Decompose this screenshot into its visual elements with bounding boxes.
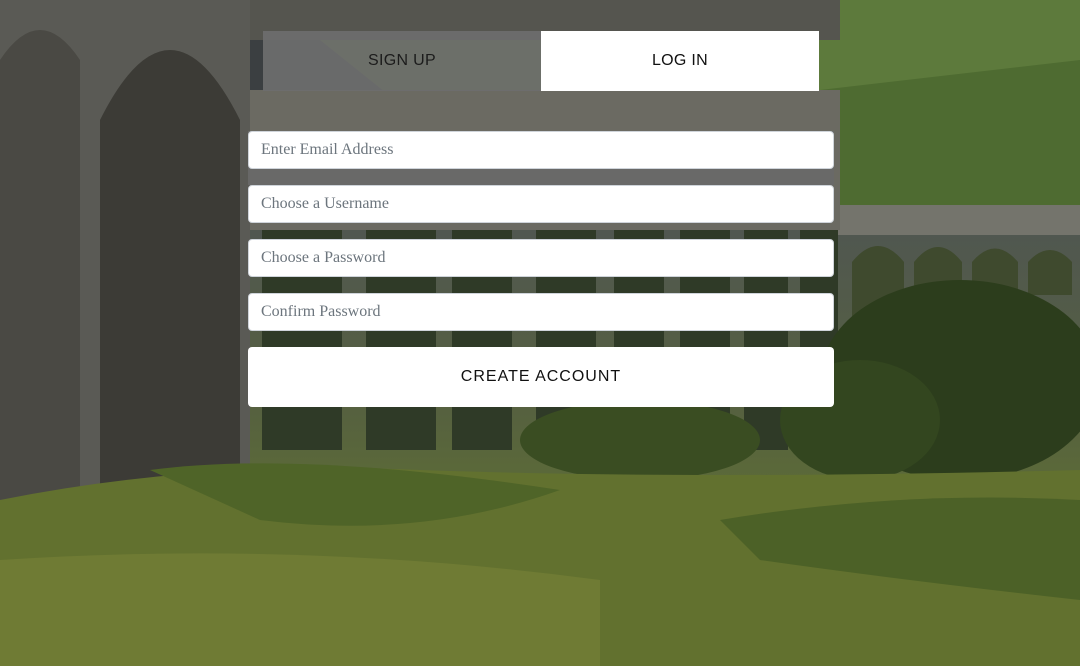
- email-input[interactable]: [248, 131, 834, 169]
- password-input[interactable]: [248, 239, 834, 277]
- auth-tabs: SIGN UP LOG IN: [263, 31, 819, 91]
- username-input[interactable]: [248, 185, 834, 223]
- tab-sign-up[interactable]: SIGN UP: [263, 31, 541, 91]
- tab-log-in[interactable]: LOG IN: [541, 31, 819, 91]
- signup-form: CREATE ACCOUNT: [248, 131, 834, 407]
- create-account-button[interactable]: CREATE ACCOUNT: [248, 347, 834, 407]
- confirm-password-input[interactable]: [248, 293, 834, 331]
